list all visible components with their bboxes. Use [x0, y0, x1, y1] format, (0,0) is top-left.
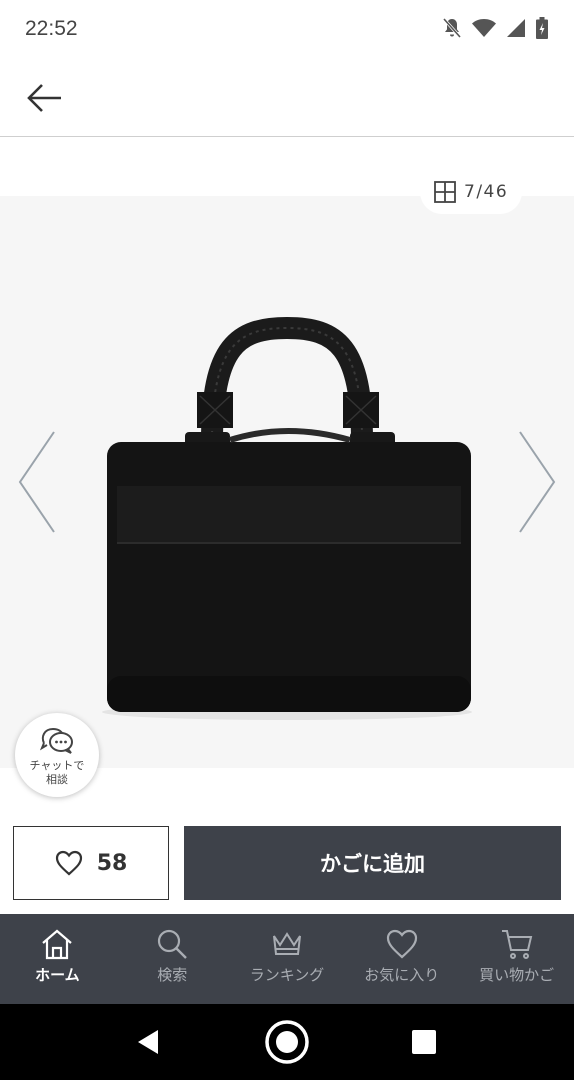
tab-ranking[interactable]: ランキング — [230, 914, 345, 1004]
chat-bubbles-icon — [39, 727, 73, 754]
system-navigation-bar — [0, 1004, 574, 1080]
home-icon — [42, 929, 73, 960]
tab-favorites-label: お気に入り — [364, 966, 440, 984]
tab-cart[interactable]: 買い物かご — [459, 914, 574, 1004]
favorite-button[interactable]: 58 — [13, 826, 169, 900]
status-bar: 22:52 — [0, 0, 574, 60]
bell-muted-icon — [442, 18, 462, 38]
back-arrow-icon[interactable] — [24, 80, 64, 116]
cart-icon — [501, 930, 532, 959]
favorite-count: 58 — [96, 850, 128, 876]
product-image — [102, 316, 472, 720]
back-triangle-icon[interactable] — [136, 1028, 160, 1056]
product-image-gallery[interactable] — [0, 196, 574, 768]
tab-search-label: 検索 — [157, 966, 188, 984]
tab-home-label: ホーム — [35, 966, 80, 984]
heart-icon — [386, 929, 417, 959]
tab-search[interactable]: 検索 — [115, 914, 230, 1004]
add-to-cart-button[interactable]: かごに追加 — [184, 826, 561, 900]
recents-square-icon[interactable] — [411, 1029, 437, 1055]
home-circle-icon[interactable] — [264, 1019, 310, 1065]
tab-favorites[interactable]: お気に入り — [344, 914, 459, 1004]
tab-cart-label: 買い物かご — [479, 966, 555, 984]
tab-home[interactable]: ホーム — [0, 914, 115, 1004]
chat-consult-button[interactable]: チャットで 相談 — [15, 713, 99, 797]
wifi-icon — [472, 19, 496, 37]
crown-icon — [272, 932, 301, 955]
tab-ranking-label: ランキング — [249, 966, 325, 984]
image-counter[interactable]: 7/46 — [420, 170, 523, 214]
chat-label-line1: チャットで — [29, 759, 85, 772]
app-bar — [0, 60, 574, 137]
previous-image-arrow-icon[interactable] — [16, 430, 58, 534]
bottom-tab-bar: ホーム 検索 ランキング お気に入り 買い物かご — [0, 914, 574, 1004]
next-image-arrow-icon[interactable] — [516, 430, 558, 534]
grid-icon — [434, 181, 456, 203]
status-time: 22:52 — [25, 17, 78, 40]
search-icon — [158, 929, 188, 959]
battery-icon — [536, 17, 548, 39]
image-counter-text: 7/46 — [464, 182, 509, 202]
chat-label-line2: 相談 — [46, 773, 68, 786]
cellular-signal-icon — [507, 19, 525, 37]
heart-icon — [55, 850, 82, 876]
status-icons — [442, 17, 548, 39]
